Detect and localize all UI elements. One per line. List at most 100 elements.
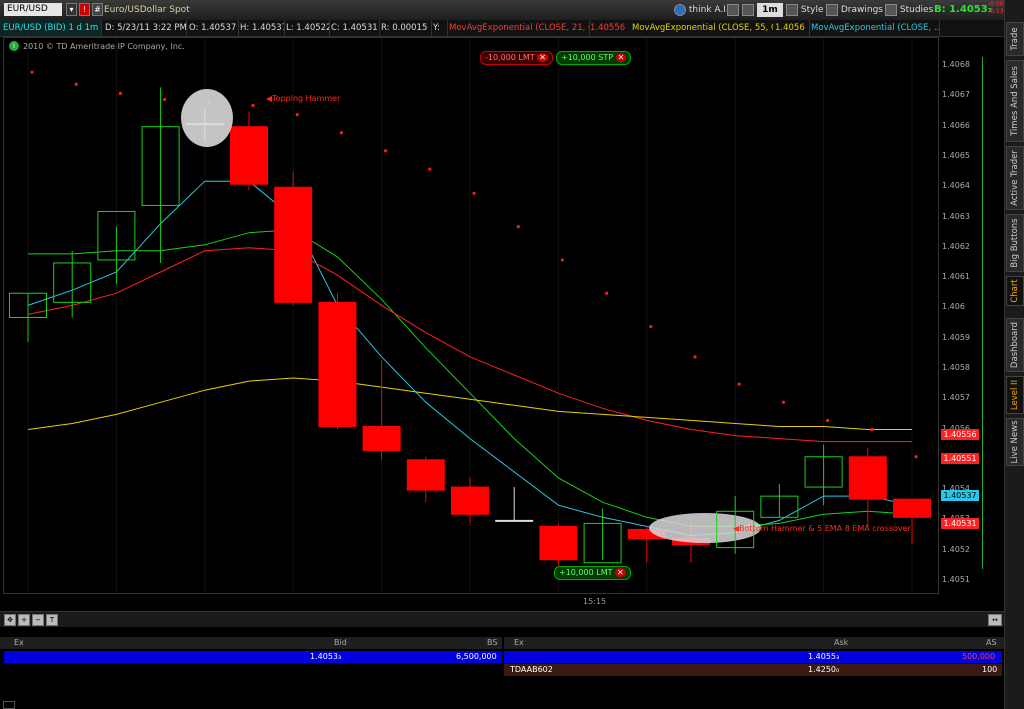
buy-limit-label: +10,000 LMT (559, 568, 613, 577)
style-label: Style (800, 5, 824, 15)
tab-trade[interactable]: Trade (1006, 22, 1024, 56)
sar-dot (163, 97, 167, 102)
alert-icon[interactable]: ! (79, 3, 90, 16)
sell-limit-order[interactable]: -10,000 LMT ✕ (480, 51, 553, 65)
sar-dot (737, 382, 741, 386)
sar-dot (914, 455, 918, 459)
interval-button[interactable]: 1m (757, 3, 783, 17)
ask-price: 1.4055₃ (808, 652, 840, 661)
candle-body (185, 123, 224, 126)
chart-toolbar: EUR/USD ▾ ! # Euro/USDollar Spot think A… (0, 0, 1009, 21)
open-value: O: 1.40537 (186, 20, 239, 36)
panel-resize-icon[interactable] (3, 701, 15, 709)
bid-size-header[interactable]: BS (487, 637, 497, 649)
bid-row[interactable]: 1.4053₃ 6,500,000 (4, 651, 502, 663)
ask-price: 1.4250₀ (808, 665, 840, 674)
sar-dot (472, 191, 476, 195)
ask-row[interactable]: TDAAB602 1.4250₀ 100 (504, 664, 1002, 676)
grid-icon[interactable]: # (92, 3, 103, 16)
price-tick: 1.4058 (942, 362, 970, 372)
time-axis-label: 15:15 (583, 597, 607, 606)
study-ema55-value: 1.4056 (772, 20, 810, 36)
copyright-text: 2010 © TD Ameritrade IP Company, Inc. (23, 41, 185, 51)
think-ai-button[interactable]: think A.I. (674, 3, 729, 17)
buy-stop-order[interactable]: +10,000 STP ✕ (556, 51, 632, 65)
sar-dot (605, 291, 609, 295)
ask-price-header[interactable]: Ask (834, 637, 848, 649)
high-value: H: 1.40537 (237, 20, 285, 36)
sar-dot (295, 112, 299, 117)
cursor-icon[interactable] (727, 4, 739, 16)
price-label: 1.40531 (941, 518, 979, 530)
style-button[interactable]: Style (786, 3, 823, 17)
zoom-in-icon[interactable]: + (18, 614, 30, 626)
sar-dot (870, 427, 874, 432)
ask-ex-header[interactable]: Ex (514, 637, 524, 649)
sar-dot (30, 70, 34, 74)
expand-icon[interactable]: ↔ (988, 614, 1002, 626)
tab-big-buttons[interactable]: Big Buttons (1006, 214, 1024, 272)
ask-size-header[interactable]: AS (986, 637, 997, 649)
studies-label: Studies (899, 5, 934, 15)
buy-limit-order[interactable]: +10,000 LMT ✕ (554, 566, 631, 580)
zoom-out-icon[interactable]: − (32, 614, 44, 626)
price-tick: 1.4067 (942, 90, 970, 100)
level-two-panel: Ex Bid BS Ex Ask AS 1.4053₃ 6,500,000 1.… (0, 637, 1004, 709)
study-ema21-label: MovAvgExponential (CLOSE, 21, 0) (446, 20, 590, 36)
symbol-input[interactable]: EUR/USD (4, 3, 62, 16)
price-tick: 1.406 (942, 302, 965, 312)
bid-price: 1.4053₃ (310, 652, 342, 661)
study-ema21-value: 1.40556 (590, 23, 626, 33)
sar-dot (826, 418, 830, 423)
tab-active-trader[interactable]: Active Trader (1006, 146, 1024, 210)
ask-exchange: TDAAB602 (510, 665, 553, 674)
tab-chart[interactable]: Chart (1006, 276, 1024, 306)
symbol-dropdown-icon[interactable]: ▾ (66, 3, 77, 16)
price-tick: 1.4052 (942, 544, 970, 554)
candle-body (274, 186, 313, 303)
drawings-button[interactable]: Drawings (826, 3, 883, 17)
drawing-tool-icon[interactable]: T (46, 614, 58, 626)
candle-body (406, 459, 445, 491)
cancel-order-icon[interactable]: ✕ (615, 53, 627, 62)
info-icon[interactable]: i (9, 41, 19, 51)
pencil-icon (826, 3, 838, 16)
bid-ex-header[interactable]: Ex (14, 637, 24, 649)
studies-button[interactable]: Studies (885, 3, 933, 17)
candle-body (451, 486, 489, 515)
sar-dot (693, 355, 697, 359)
cancel-order-icon[interactable]: ✕ (537, 53, 548, 62)
sar-dot (649, 324, 653, 329)
price-tick: 1.4061 (942, 272, 970, 282)
tab-live-news[interactable]: Live News (1006, 418, 1024, 466)
tab-label: Times And Sales (1010, 66, 1020, 136)
price-chart[interactable]: i 2010 © TD Ameritrade IP Company, Inc. … (3, 37, 939, 594)
tab-dashboard[interactable]: Dashboard (1006, 318, 1024, 372)
price-tick: 1.4062 (942, 241, 970, 251)
price-tick: 1.4064 (942, 181, 970, 191)
bid-price-header[interactable]: Bid (334, 637, 347, 649)
price-axis[interactable]: 1.4068 1.4067 1.4066 1.4065 1.4064 1.4063 1.40… (938, 37, 1000, 592)
tab-times-and-sales[interactable]: Times And Sales (1006, 60, 1024, 142)
price-tick: 1.4066 (942, 120, 970, 130)
price-range-bar (982, 57, 985, 569)
bid-size: 6,500,000 (456, 652, 497, 661)
pan-icon[interactable]: ✥ (4, 614, 16, 626)
zoom-icon[interactable] (742, 4, 754, 16)
bid-display: B: 1.4053₃ (934, 4, 993, 15)
ask-header: Ex Ask AS (504, 637, 1004, 649)
chart-scrollbar[interactable]: ✥ + − T ↔ (0, 611, 1004, 627)
sar-dot (428, 167, 432, 171)
price-label: 1.40537 (941, 490, 979, 502)
ask-row[interactable]: 1.4055₃ 500,000 (504, 651, 1002, 663)
sar-dot (384, 149, 388, 153)
tab-level-ii[interactable]: Level II (1006, 376, 1024, 414)
tab-label: Chart (1010, 279, 1020, 303)
globe-icon (674, 3, 686, 16)
candle-body (848, 456, 887, 500)
chart-header: EUR/USD (BID) 1 d 1m D: 5/23/11 3:22 PM … (0, 20, 1004, 37)
cancel-order-icon[interactable]: ✕ (615, 568, 626, 577)
candle-body (230, 126, 268, 185)
candle-body (495, 519, 534, 522)
topping-hammer-annotation: ◀Topping Hammer (266, 94, 341, 103)
